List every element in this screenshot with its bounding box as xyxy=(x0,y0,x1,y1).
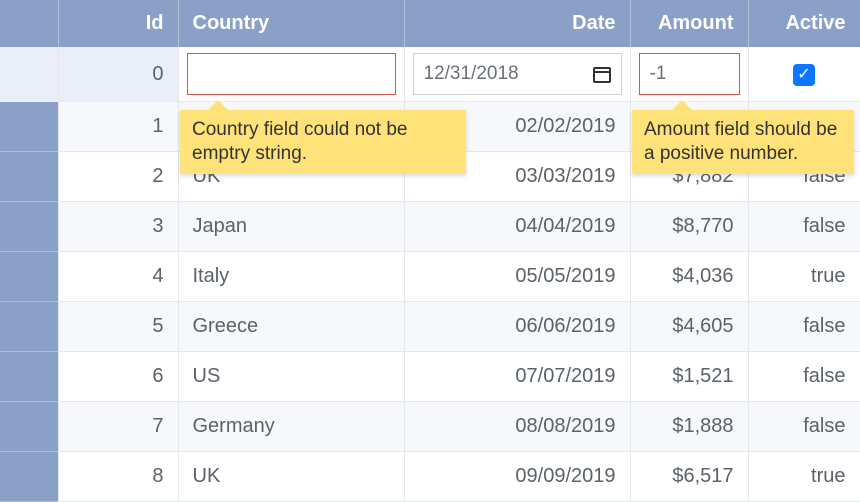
cell-active: false xyxy=(748,202,860,252)
cell-amount-edit xyxy=(630,47,748,102)
header-selector[interactable] xyxy=(0,0,58,47)
cell-id: 8 xyxy=(58,452,178,502)
table-row[interactable]: 8UK09/09/2019$6,517true xyxy=(0,452,860,502)
country-input[interactable] xyxy=(187,53,396,95)
cell-id: 2 xyxy=(58,152,178,202)
cell-id: 3 xyxy=(58,202,178,252)
row-selector[interactable] xyxy=(0,452,58,502)
cell-date: 08/08/2019 xyxy=(404,402,630,452)
cell-active-edit: ✓ xyxy=(748,47,860,102)
date-input[interactable]: 12/31/2018 xyxy=(413,53,622,95)
row-selector[interactable] xyxy=(0,252,58,302)
header-row: Id Country Date Amount Active xyxy=(0,0,860,47)
cell-active: false xyxy=(748,302,860,352)
table: Id Country Date Amount Active 0 12/31/20… xyxy=(0,0,860,502)
cell-id: 7 xyxy=(58,402,178,452)
row-selector[interactable] xyxy=(0,402,58,452)
cell-date: 04/04/2019 xyxy=(404,202,630,252)
table-row[interactable]: 4Italy05/05/2019$4,036true xyxy=(0,252,860,302)
date-value: 12/31/2018 xyxy=(424,63,519,85)
cell-date-edit: 12/31/2018 xyxy=(404,47,630,102)
cell-active: true xyxy=(748,252,860,302)
amount-input[interactable] xyxy=(639,53,740,95)
row-selector[interactable] xyxy=(0,102,58,152)
table-row[interactable]: 5Greece06/06/2019$4,605false xyxy=(0,302,860,352)
tooltip-text: Amount field should be a positive number… xyxy=(644,119,837,164)
cell-date: 07/07/2019 xyxy=(404,352,630,402)
table-row[interactable]: 7Germany08/08/2019$1,888false xyxy=(0,402,860,452)
header-amount[interactable]: Amount xyxy=(630,0,748,47)
active-checkbox[interactable]: ✓ xyxy=(793,64,815,86)
calendar-icon[interactable] xyxy=(593,65,611,83)
table-row[interactable]: 6US07/07/2019$1,521false xyxy=(0,352,860,402)
cell-amount: $1,521 xyxy=(630,352,748,402)
cell-country: UK xyxy=(178,452,404,502)
cell-country: Germany xyxy=(178,402,404,452)
cell-country: US xyxy=(178,352,404,402)
row-selector[interactable] xyxy=(0,352,58,402)
header-date[interactable]: Date xyxy=(404,0,630,47)
cell-amount: $4,605 xyxy=(630,302,748,352)
cell-id: 0 xyxy=(58,47,178,102)
row-selector[interactable] xyxy=(0,47,58,102)
cell-date: 05/05/2019 xyxy=(404,252,630,302)
cell-active: true xyxy=(748,452,860,502)
cell-country: Greece xyxy=(178,302,404,352)
cell-id: 5 xyxy=(58,302,178,352)
cell-date: 09/09/2019 xyxy=(404,452,630,502)
cell-amount: $4,036 xyxy=(630,252,748,302)
row-selector[interactable] xyxy=(0,202,58,252)
row-selector[interactable] xyxy=(0,152,58,202)
header-country[interactable]: Country xyxy=(178,0,404,47)
table-row[interactable]: 3Japan04/04/2019$8,770false xyxy=(0,202,860,252)
cell-date: 06/06/2019 xyxy=(404,302,630,352)
cell-amount: $6,517 xyxy=(630,452,748,502)
cell-country-edit xyxy=(178,47,404,102)
header-active[interactable]: Active xyxy=(748,0,860,47)
cell-country: Italy xyxy=(178,252,404,302)
edit-row: 0 12/31/2018 ✓ xyxy=(0,47,860,102)
cell-active: false xyxy=(748,402,860,452)
row-selector[interactable] xyxy=(0,302,58,352)
cell-id: 1 xyxy=(58,102,178,152)
cell-amount: $8,770 xyxy=(630,202,748,252)
header-id[interactable]: Id xyxy=(58,0,178,47)
data-grid: Id Country Date Amount Active 0 12/31/20… xyxy=(0,0,860,502)
tooltip-text: Country field could not be emptry string… xyxy=(192,119,407,164)
validation-tooltip-amount: Amount field should be a positive number… xyxy=(632,110,854,174)
cell-id: 6 xyxy=(58,352,178,402)
validation-tooltip-country: Country field could not be emptry string… xyxy=(180,110,466,174)
cell-id: 4 xyxy=(58,252,178,302)
cell-amount: $1,888 xyxy=(630,402,748,452)
cell-active: false xyxy=(748,352,860,402)
cell-country: Japan xyxy=(178,202,404,252)
